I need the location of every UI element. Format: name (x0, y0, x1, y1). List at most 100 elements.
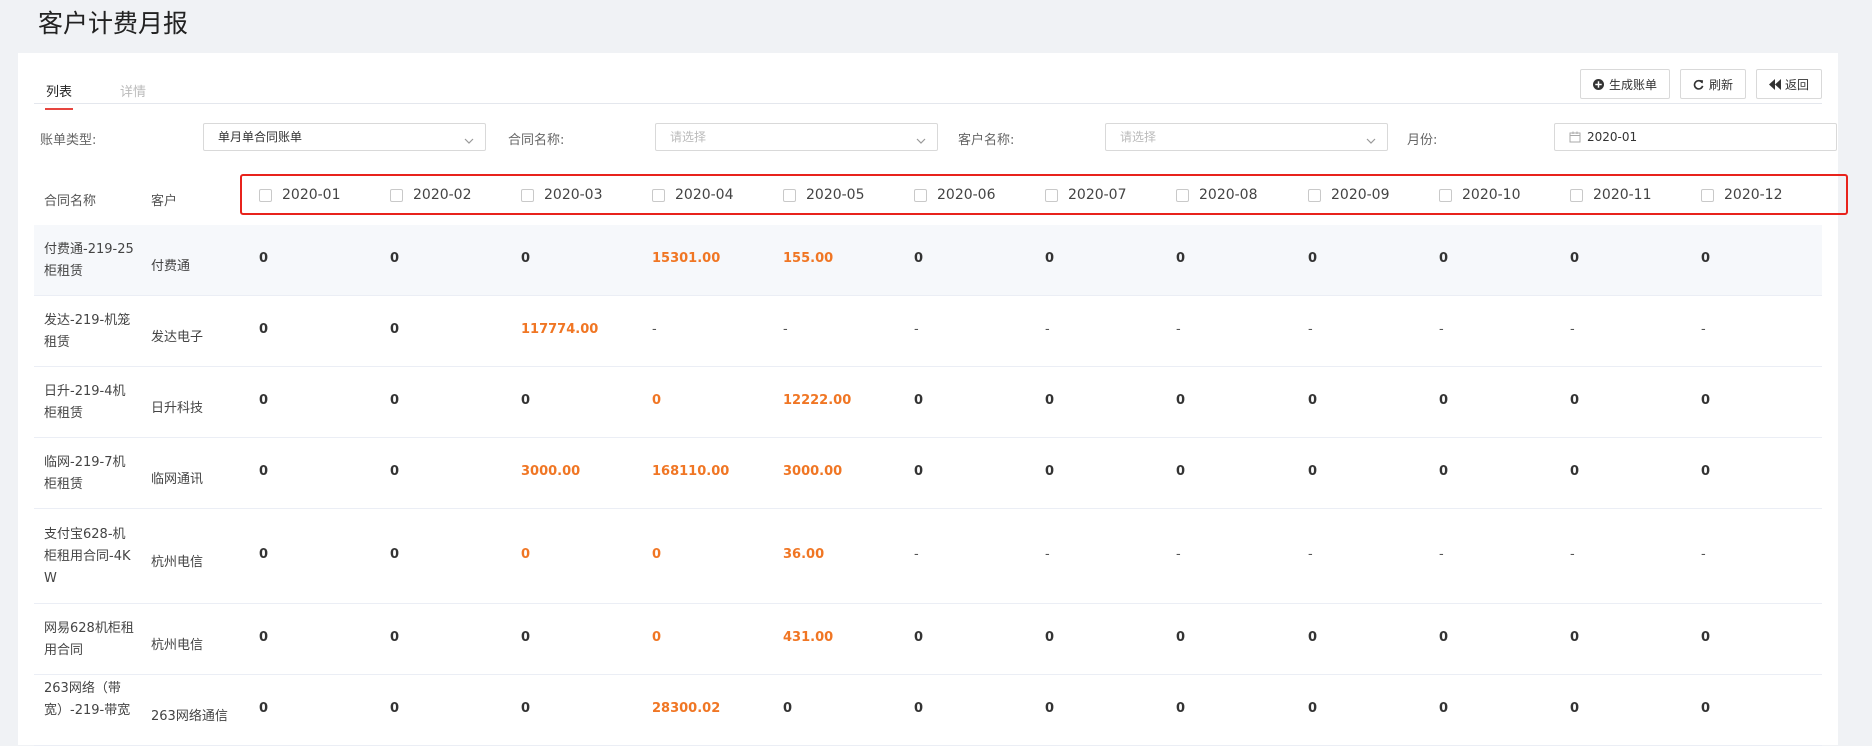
month-checkbox[interactable] (1308, 188, 1321, 202)
generate-bill-button[interactable]: 生成账单 (1579, 69, 1670, 99)
month-header-10[interactable]: 2020-10 (1439, 187, 1521, 203)
cell-month-value: 0 (259, 701, 269, 716)
month-header-12[interactable]: 2020-12 (1701, 187, 1783, 203)
cell-customer: 杭州电信 (151, 638, 204, 653)
cell-month-value: - (1045, 322, 1050, 337)
cell-month-value: 0 (1308, 701, 1318, 716)
month-header-3[interactable]: 2020-03 (521, 187, 603, 203)
month-checkbox[interactable] (1045, 188, 1058, 202)
cell-month-value: 0 (652, 547, 662, 562)
cell-month-value: 0 (1045, 701, 1055, 716)
month-header-2[interactable]: 2020-02 (390, 187, 472, 203)
month-header-6[interactable]: 2020-06 (914, 187, 996, 203)
month-checkbox[interactable] (521, 188, 534, 202)
cell-month-value: 0 (652, 393, 662, 408)
month-checkbox[interactable] (1176, 188, 1189, 202)
cell-month-value: 0 (521, 701, 531, 716)
month-header-9[interactable]: 2020-09 (1308, 187, 1390, 203)
month-header-1[interactable]: 2020-01 (259, 187, 341, 203)
customer-label: 客户名称: (958, 133, 1015, 148)
month-header-11[interactable]: 2020-11 (1570, 187, 1652, 203)
tab-list[interactable]: 列表 (44, 81, 74, 110)
table-row[interactable]: 网易628机柜租用合同 杭州电信 0 0 0 0 431.00 0 0 0 0 0 0 0 (34, 604, 1822, 675)
month-checkbox[interactable] (783, 188, 796, 202)
cell-customer: 杭州电信 (151, 555, 204, 570)
cell-month-value: - (1439, 322, 1444, 337)
cell-month-value: - (1308, 547, 1313, 562)
month-header-7[interactable]: 2020-07 (1045, 187, 1127, 203)
header-contract: 合同名称 (44, 194, 97, 209)
contract-label: 合同名称: (508, 133, 565, 148)
cell-month-value: 0 (1308, 630, 1318, 645)
cell-month-value: 0 (1176, 701, 1186, 716)
table-row[interactable]: 支付宝628-机柜租用合同-4KW 杭州电信 0 0 0 0 36.00 - - - - - - - (34, 509, 1822, 604)
refresh-button[interactable]: 刷新 (1679, 69, 1746, 99)
cell-month-value: - (1570, 547, 1575, 562)
chevron-down-icon (915, 130, 927, 144)
cell-month-value: 0 (259, 322, 269, 337)
table-row[interactable]: 日升-219-4机柜租赁 日升科技 0 0 0 0 12222.00 0 0 0 0 0 0 0 (34, 367, 1822, 438)
customer-select[interactable]: 请选择 (1105, 123, 1388, 151)
contract-select[interactable]: 请选择 (655, 123, 938, 151)
toolbar: 生成账单 刷新 返回 (1579, 69, 1822, 99)
month-checkbox[interactable] (1570, 188, 1583, 202)
cell-month-value: - (1439, 547, 1444, 562)
cell-month-value: 0 (1570, 701, 1580, 716)
cell-month-value: 0 (390, 547, 400, 562)
cell-month-value: 0 (1701, 464, 1711, 479)
cell-month-value: 28300.02 (652, 701, 721, 716)
cell-month-value: 0 (1308, 464, 1318, 479)
cell-month-value: 0 (1176, 464, 1186, 479)
table-row[interactable]: 发达-219-机笼租赁 发达电子 0 0 117774.00 - - - - - - - - - (34, 296, 1822, 367)
month-header-label: 2020-01 (282, 187, 341, 203)
cell-month-value: 0 (1439, 393, 1449, 408)
month-checkbox[interactable] (652, 188, 665, 202)
refresh-label: 刷新 (1708, 77, 1733, 92)
cell-month-value: 431.00 (783, 630, 834, 645)
cell-month-value: 0 (1570, 393, 1580, 408)
bill-type-select[interactable]: 单月单合同账单 (203, 123, 486, 151)
cell-month-value: 0 (390, 322, 400, 337)
table-row[interactable]: 付费通-219-25柜租赁 付费通 0 0 0 15301.00 155.00 0 0 0 0 0 0 0 (34, 225, 1822, 296)
cell-month-value: 0 (1701, 393, 1711, 408)
month-checkbox[interactable] (914, 188, 927, 202)
table-row[interactable]: 263网络（带宽）-219-带宽 263网络通信 0 0 0 28300.02 0 0 0 0 0 0… (34, 675, 1822, 746)
cell-month-value: 3000.00 (783, 464, 843, 479)
cell-month-value: - (652, 322, 657, 337)
cell-month-value: 0 (1701, 701, 1711, 716)
tab-detail[interactable]: 详情 (120, 81, 146, 100)
tab-bar: 列表 详情 (34, 67, 1822, 110)
cell-month-value: 0 (1045, 393, 1055, 408)
cell-month-value: 0 (783, 701, 793, 716)
cell-month-value: - (1176, 322, 1181, 337)
cell-month-value: 0 (1176, 393, 1186, 408)
month-header-4[interactable]: 2020-04 (652, 187, 734, 203)
cell-month-value: 36.00 (783, 547, 825, 562)
report-card: 列表 详情 生成账单 刷新 返回 账单类型: 单月单合同账单 合同名称: 请选择… (18, 53, 1848, 746)
cell-month-value: - (1701, 322, 1706, 337)
cell-customer: 发达电子 (151, 330, 204, 345)
month-checkbox[interactable] (1701, 188, 1714, 202)
cell-month-value: 0 (1045, 630, 1055, 645)
customer-placeholder: 请选择 (1120, 130, 1157, 144)
cell-customer: 日升科技 (151, 401, 204, 416)
table-row[interactable]: 临网-219-7机柜租赁 临网通讯 0 0 3000.00 168110.00 3000.0… (34, 438, 1822, 509)
back-button[interactable]: 返回 (1755, 69, 1822, 99)
month-header-8[interactable]: 2020-08 (1176, 187, 1258, 203)
cell-month-value: 0 (1176, 630, 1186, 645)
cell-customer: 付费通 (151, 259, 191, 274)
contract-placeholder: 请选择 (670, 130, 707, 144)
month-header-label: 2020-06 (937, 187, 996, 203)
month-header-label: 2020-08 (1199, 187, 1258, 203)
month-checkbox[interactable] (390, 188, 403, 202)
cell-month-value: 0 (1701, 630, 1711, 645)
cell-month-value: - (1308, 322, 1313, 337)
month-picker[interactable]: 2020-01 (1554, 123, 1837, 151)
month-checkbox[interactable] (1439, 188, 1452, 202)
cell-month-value: 155.00 (783, 251, 834, 266)
cell-month-value: 0 (259, 393, 269, 408)
month-header-5[interactable]: 2020-05 (783, 187, 865, 203)
cell-month-value: - (914, 322, 919, 337)
cell-month-value: 0 (1045, 251, 1055, 266)
month-checkbox[interactable] (259, 188, 272, 202)
